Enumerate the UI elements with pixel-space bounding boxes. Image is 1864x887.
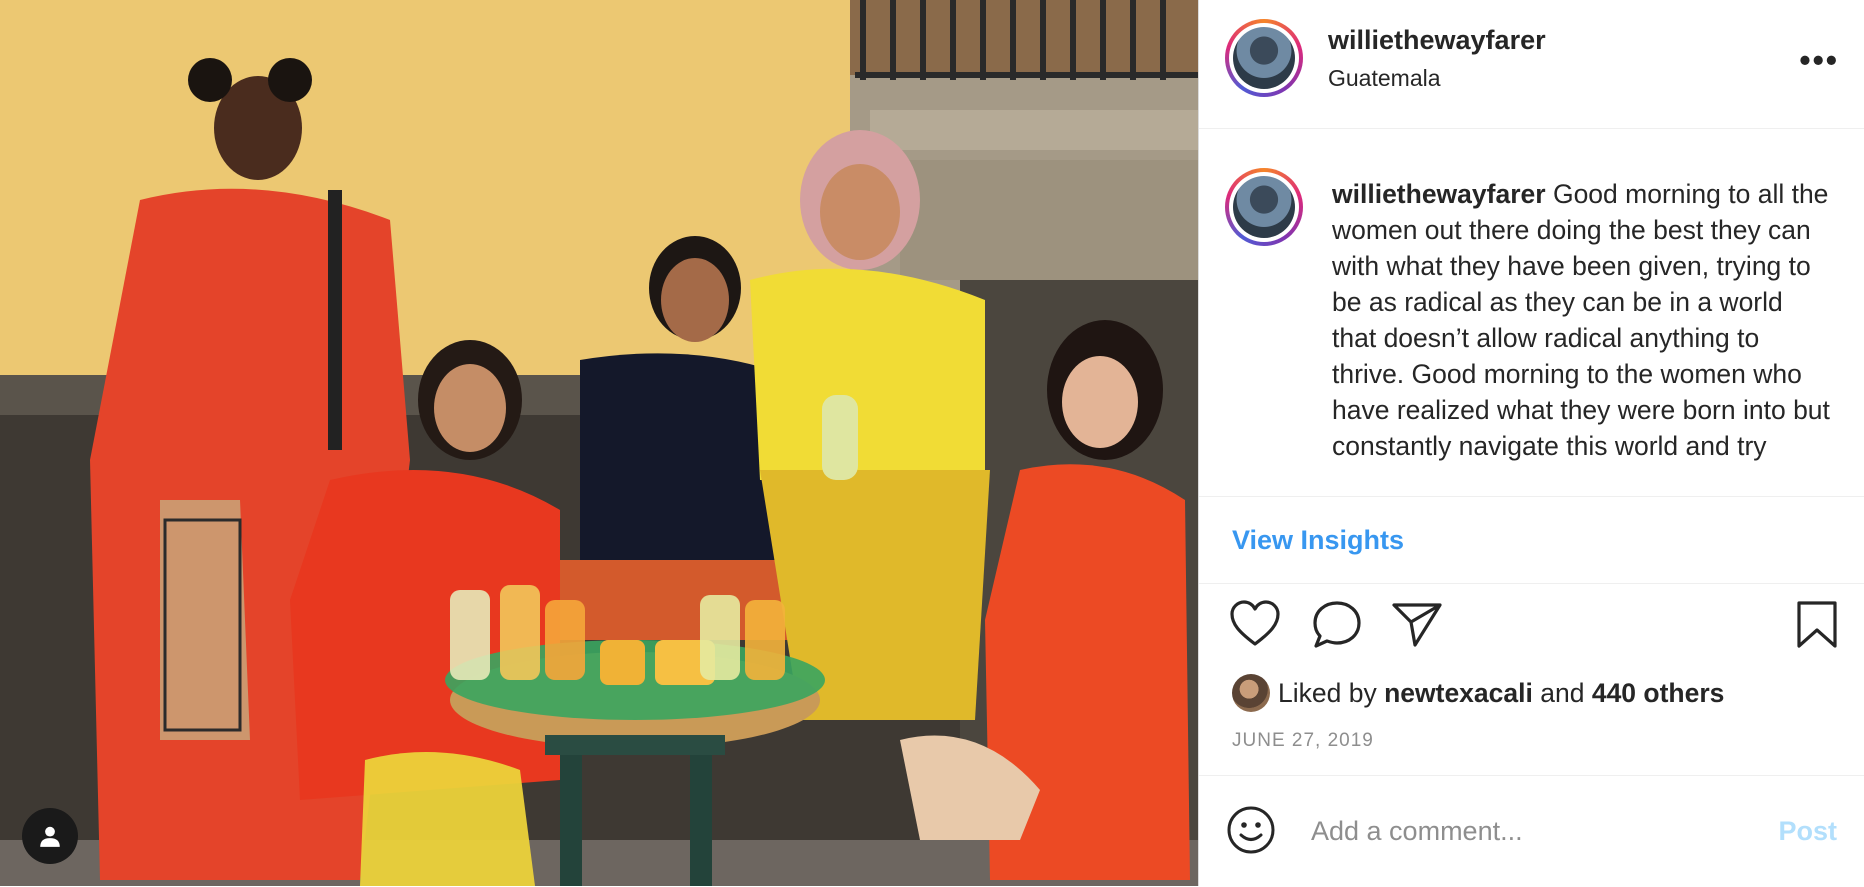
share-icon[interactable] xyxy=(1391,600,1443,653)
post-date[interactable]: JUNE 27, 2019 xyxy=(1232,730,1374,752)
post-comment-button[interactable]: Post xyxy=(1778,816,1837,847)
likes-summary: Liked by newtexacali and 440 others xyxy=(1232,672,1724,714)
caption-avatar[interactable] xyxy=(1225,168,1303,246)
bookmark-icon[interactable] xyxy=(1795,600,1839,655)
more-options-icon[interactable]: ••• xyxy=(1799,42,1839,79)
insights-section: View Insights xyxy=(1199,496,1864,584)
post-sidebar: williethewayfarer Guatemala ••• willieth… xyxy=(1198,0,1864,886)
comment-icon[interactable] xyxy=(1311,600,1363,655)
caption-username[interactable]: williethewayfarer xyxy=(1332,179,1546,209)
caption: williethewayfarer Good morning to all th… xyxy=(1332,176,1832,496)
user-tag-icon[interactable] xyxy=(22,808,78,864)
post-photo[interactable] xyxy=(0,0,1198,886)
likes-and: and xyxy=(1540,677,1585,708)
emoji-icon[interactable] xyxy=(1225,804,1277,861)
caption-text: Good morning to all the women out there … xyxy=(1332,179,1830,461)
post-header: williethewayfarer Guatemala ••• xyxy=(1199,0,1864,129)
comment-input[interactable]: Add a comment... xyxy=(1311,816,1523,847)
liked-by-label: Liked by xyxy=(1278,677,1377,708)
action-bar xyxy=(1199,600,1864,660)
header-username[interactable]: williethewayfarer xyxy=(1328,25,1546,56)
photo-illustration xyxy=(0,0,1198,886)
liker-username[interactable]: newtexacali xyxy=(1384,678,1533,709)
heart-icon[interactable] xyxy=(1229,600,1281,653)
likes-others-link[interactable]: 440 others xyxy=(1592,678,1725,709)
location-link[interactable]: Guatemala xyxy=(1328,65,1441,92)
view-insights-link[interactable]: View Insights xyxy=(1232,525,1404,556)
comment-bar: Add a comment... Post xyxy=(1199,775,1864,887)
liker-avatar[interactable] xyxy=(1232,674,1270,712)
avatar[interactable] xyxy=(1225,19,1303,97)
